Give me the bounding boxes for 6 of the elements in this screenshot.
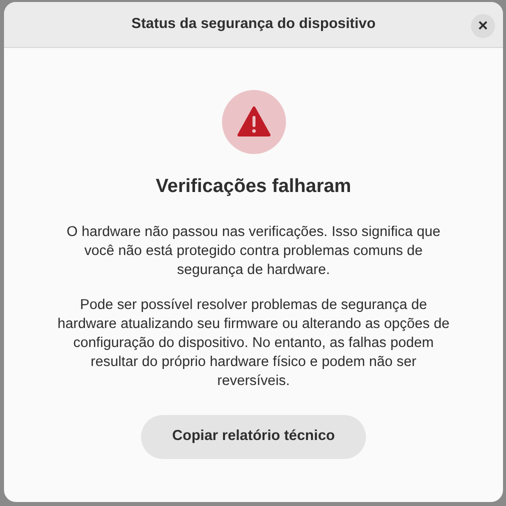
status-heading: Verificações falharam (156, 176, 352, 199)
dialog-title: Status da segurança do dispositivo (131, 14, 376, 34)
description-text: Pode ser possível resolver problemas de segurança de hardware atualizando seu firmware ou alterando as opções de configuração do dispositivo. No entanto, as falhas podem resultar do próprio hardware físico e podem não ser reversíveis. (56, 296, 450, 391)
description-text: O hardware não passou nas verificações. Isso significa que você não está protegido contra problemas comuns de segurança de hardware. (66, 222, 442, 280)
copy-report-button[interactable]: Copiar relatório técnico (141, 414, 366, 459)
close-button[interactable]: × (471, 14, 495, 38)
